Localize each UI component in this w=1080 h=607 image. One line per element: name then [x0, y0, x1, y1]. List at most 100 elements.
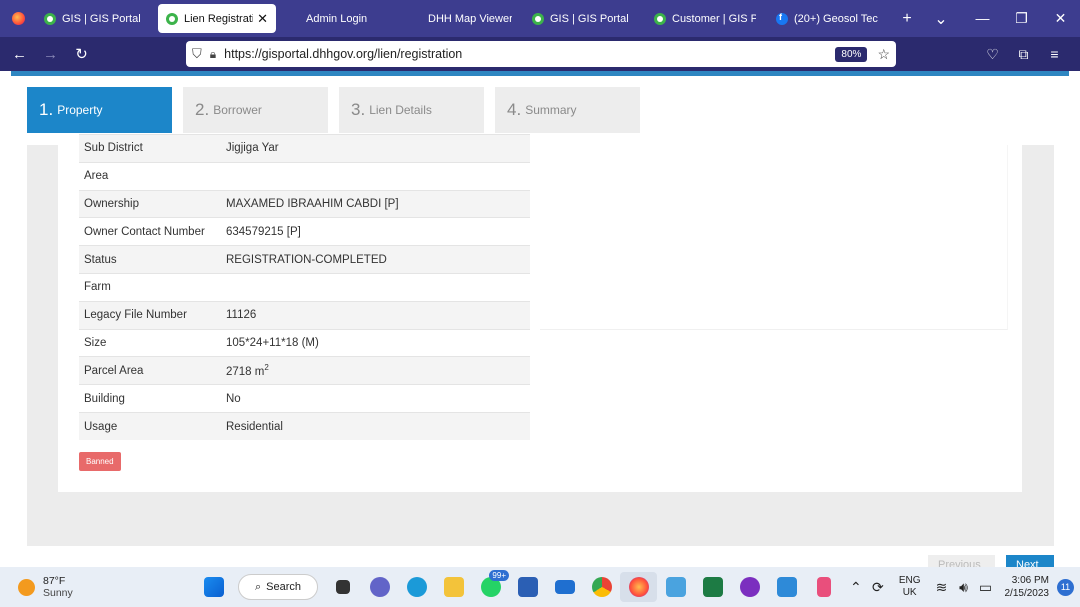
- minimize-button[interactable]: —: [963, 10, 1002, 27]
- windows-taskbar: 87°F Sunny ⌕ Search 99+ ⌃ ⟳ ENG UK ≋ 🔊︎ ▭ …: [0, 567, 1080, 607]
- field-value-text: Residential: [226, 420, 283, 433]
- table-row: Farm: [79, 272, 530, 302]
- field-value-text: No: [226, 392, 241, 405]
- file-explorer-icon[interactable]: [435, 572, 472, 602]
- field-label: Parcel Area: [79, 356, 221, 385]
- field-value-text: 11126: [226, 309, 257, 322]
- shield-icon[interactable]: ⛉: [192, 46, 202, 62]
- excel-icon[interactable]: [694, 572, 731, 602]
- chrome-icon[interactable]: [583, 572, 620, 602]
- whatsapp-badge: 99+: [489, 570, 509, 581]
- mail-icon[interactable]: [546, 572, 583, 602]
- field-value: 2718 m2: [221, 356, 530, 385]
- field-value: 634579215 [P]: [221, 217, 530, 246]
- field-value: Residential: [221, 411, 530, 441]
- gis-portal-icon: [654, 12, 666, 25]
- firefox-taskbar-icon[interactable]: [620, 572, 657, 602]
- close-window-button[interactable]: ✕: [1041, 10, 1080, 27]
- tab-title: Lien Registratio: [184, 12, 254, 25]
- snipping-tool-icon[interactable]: [805, 572, 842, 602]
- clock[interactable]: 3:06 PM 2/15/2023: [1005, 574, 1050, 600]
- url-text[interactable]: https://gisportal.dhhgov.org/lien/regist…: [224, 47, 462, 61]
- language-code: ENG: [898, 575, 921, 586]
- blank-favicon-icon: [288, 13, 300, 25]
- clock-time: 3:06 PM: [1011, 575, 1049, 586]
- step-lien-details[interactable]: 3. Lien Details: [339, 87, 484, 133]
- photos-icon[interactable]: [768, 572, 805, 602]
- tab-title: (20+) Geosol Tech: [794, 12, 878, 25]
- lock-icon[interactable]: 🔒︎: [210, 47, 216, 62]
- language-indicator[interactable]: ENG UK: [899, 575, 921, 599]
- gis-portal-icon: [166, 12, 178, 25]
- tab-4[interactable]: GIS | GIS Portal: [524, 4, 642, 33]
- table-row: Ownership MAXAMED IBRAAHIM CABDI [P]: [79, 189, 530, 218]
- menu-icon[interactable]: ≡: [1039, 46, 1070, 62]
- field-value: [221, 161, 530, 191]
- field-value: REGISTRATION-COMPLETED: [221, 245, 530, 274]
- vpn-mask-icon[interactable]: [731, 572, 768, 602]
- field-value: 11126: [221, 300, 530, 330]
- field-label: Area: [79, 161, 221, 191]
- close-tab-icon[interactable]: ✕: [257, 11, 268, 27]
- tab-1[interactable]: Lien Registratio ✕: [158, 4, 276, 33]
- notepad-icon[interactable]: [657, 572, 694, 602]
- new-tab-button[interactable]: +: [890, 10, 924, 28]
- previous-button[interactable]: Previous: [928, 555, 995, 567]
- volume-icon[interactable]: 🔊︎: [953, 579, 975, 596]
- table-row: Area: [79, 161, 530, 191]
- tab-title: Customer | GIS Po: [672, 12, 756, 25]
- weather-widget[interactable]: 87°F Sunny: [18, 575, 73, 599]
- field-label: Size: [79, 328, 221, 357]
- taskbar-search[interactable]: ⌕ Search: [238, 574, 318, 600]
- field-label: Usage: [79, 411, 221, 441]
- tab-0[interactable]: GIS | GIS Portal: [36, 4, 154, 33]
- page-content: 1. Property 2. Borrower 3. Lien Details 4. Summ…: [11, 76, 1069, 567]
- zoom-level[interactable]: 80%: [835, 46, 868, 62]
- start-button[interactable]: [195, 572, 232, 602]
- field-label: Ownership: [79, 189, 221, 218]
- teams-chat-icon[interactable]: [361, 572, 398, 602]
- tab-6[interactable]: (20+) Geosol Tech: [768, 4, 886, 33]
- field-value-text: REGISTRATION-COMPLETED: [226, 253, 387, 266]
- step-label: Borrower: [213, 103, 262, 117]
- property-details-table: Sub District Jigjiga Yar Area Ownership MAXA…: [79, 134, 530, 441]
- tab-2[interactable]: Admin Login: [280, 4, 398, 33]
- wifi-icon[interactable]: ≋: [931, 579, 953, 596]
- tab-3[interactable]: DHH Map Viewer: [402, 4, 520, 33]
- step-summary[interactable]: 4. Summary: [495, 87, 640, 133]
- extensions-icon[interactable]: ⧉: [1008, 46, 1039, 63]
- step-property[interactable]: 1. Property: [27, 87, 172, 133]
- back-button[interactable]: ←: [4, 46, 35, 63]
- clock-date: 2/15/2023: [1004, 588, 1050, 599]
- word-icon[interactable]: [509, 572, 546, 602]
- notification-count[interactable]: 11: [1057, 578, 1074, 596]
- search-icon: ⌕: [255, 580, 262, 593]
- tab-5[interactable]: Customer | GIS Po: [646, 4, 764, 33]
- field-label: Farm: [79, 272, 221, 302]
- sync-icon[interactable]: ⟳: [867, 579, 889, 596]
- forward-button[interactable]: →: [35, 46, 66, 63]
- step-number: 4.: [507, 100, 522, 119]
- edge-icon[interactable]: [398, 572, 435, 602]
- field-value: 105*24+11*18 (M): [221, 328, 530, 357]
- field-value-text: 105*24+11*18 (M): [226, 336, 319, 349]
- next-button[interactable]: Next: [1006, 555, 1054, 567]
- whatsapp-icon[interactable]: 99+: [472, 570, 509, 602]
- field-value-text: Jigjiga Yar: [226, 142, 279, 155]
- pocket-icon[interactable]: ♡: [977, 46, 1008, 63]
- unit-superscript: 2: [264, 363, 269, 373]
- step-label: Property: [57, 103, 103, 117]
- step-borrower[interactable]: 2. Borrower: [183, 87, 328, 133]
- task-view-icon[interactable]: [324, 572, 361, 602]
- step-number: 2.: [195, 100, 210, 119]
- show-hidden-icons-chevron-icon[interactable]: ⌃: [845, 579, 867, 596]
- browser-tab-bar: GIS | GIS Portal Lien Registratio ✕ Admin L…: [0, 0, 1080, 37]
- bookmark-star-icon[interactable]: ☆: [877, 46, 890, 63]
- list-all-tabs-icon[interactable]: ⌄: [924, 9, 958, 29]
- battery-icon[interactable]: ▭: [975, 579, 997, 596]
- address-bar[interactable]: ⛉ 🔒︎ https://gisportal.dhhgov.org/lien/r…: [186, 41, 896, 67]
- wizard-steps: 1. Property 2. Borrower 3. Lien Details 4. Summ…: [27, 87, 651, 133]
- restore-button[interactable]: ❐: [1002, 10, 1041, 27]
- firefox-icon[interactable]: [0, 0, 36, 37]
- reload-button[interactable]: ↻: [66, 45, 97, 63]
